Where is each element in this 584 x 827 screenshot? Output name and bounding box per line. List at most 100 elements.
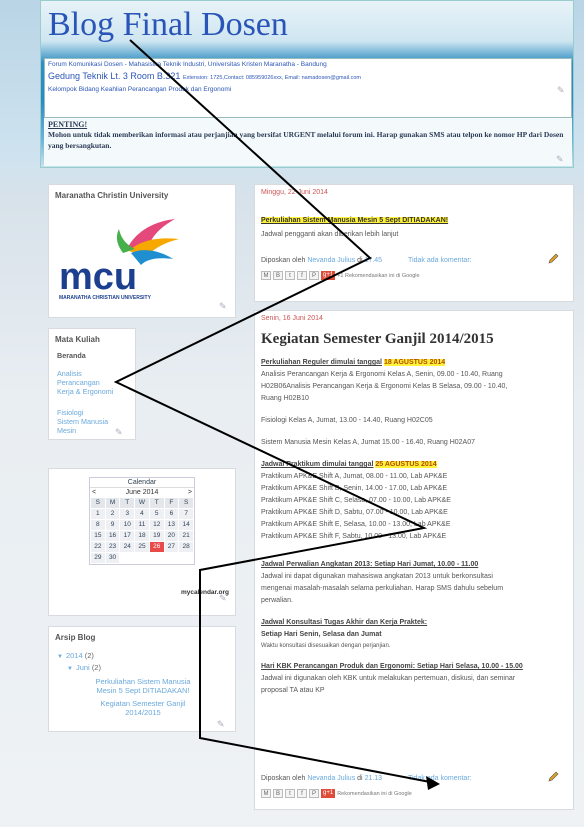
calendar-weekday: W (135, 498, 149, 508)
perwalian-heading: Jadwal Perwalian Angkatan 2013: Setiap H… (261, 561, 479, 568)
calendar-day[interactable]: 1 (91, 509, 105, 519)
post-headline-text[interactable]: Perkuliahan Sistem Manusia Mesin 5 Sept … (261, 217, 449, 224)
calendar-day[interactable]: 5 (149, 509, 164, 519)
calendar-day[interactable]: 28 (179, 542, 193, 552)
calendar-day[interactable]: 30 (105, 553, 120, 563)
calendar-day[interactable]: 14 (179, 520, 193, 530)
calendar-day[interactable]: 21 (179, 531, 193, 541)
calendar-day[interactable]: 9 (105, 520, 120, 530)
wrench-icon[interactable]: ✎ (219, 593, 229, 603)
comments-link[interactable]: Tidak ada komentar: (408, 257, 472, 264)
triangle-down-icon[interactable]: ▼ (67, 666, 73, 672)
calendar-day[interactable]: 27 (164, 542, 179, 552)
calendar-day[interactable]: 7 (179, 509, 193, 519)
praktikum-line: Praktikum APK&E Shift B, Senin, 14.00 - … (261, 485, 447, 492)
calendar-day[interactable]: 3 (120, 509, 135, 519)
recommend-text: Rekomendasikan ini di Google (337, 790, 412, 797)
perwalian-line: perwalian. (261, 597, 293, 604)
blog-title[interactable]: Blog Final Dosen (48, 6, 288, 44)
wrench-icon[interactable]: ✎ (115, 427, 125, 437)
calendar-day[interactable]: 17 (120, 531, 135, 541)
widget-title: Maranatha Christin University (55, 191, 169, 200)
calendar-day[interactable]: 26 (149, 542, 164, 552)
calendar-day[interactable]: 8 (91, 520, 105, 530)
blog-this-icon[interactable]: B (273, 271, 283, 280)
calendar-day[interactable]: 13 (164, 520, 179, 530)
archive-post-link[interactable]: Perkuliahan Sistem Manusia Mesin 5 Sept … (77, 677, 209, 695)
announcement-box: PENTING! Mohon untuk tidak memberikan in… (44, 118, 572, 166)
menu-item-analisis[interactable]: Kerja & Ergonomi (57, 387, 113, 396)
calendar-day[interactable]: 25 (135, 542, 149, 552)
wrench-icon[interactable]: ✎ (217, 719, 227, 729)
calendar-day[interactable]: 24 (120, 542, 135, 552)
calendar-nav: < June 2014 > (90, 488, 194, 497)
archive-month[interactable]: ▼ Juni (2) (67, 663, 101, 674)
calendar-day[interactable]: 12 (149, 520, 164, 530)
menu-item-analisis[interactable]: Analisis (57, 369, 82, 378)
calendar-day[interactable]: 23 (105, 542, 120, 552)
pinterest-icon[interactable]: P (309, 271, 319, 280)
menu-item-fisiologi[interactable]: Fisiologi (57, 408, 83, 417)
calendar-month: June 2014 (125, 489, 159, 496)
post-headline[interactable]: Perkuliahan Sistem Manusia Mesin 5 Sept … (261, 215, 449, 226)
email-icon[interactable]: M (261, 271, 271, 280)
pinterest-icon[interactable]: P (309, 789, 319, 798)
calendar-title: Calendar (90, 478, 194, 488)
post-title[interactable]: Kegiatan Semester Ganjil 2014/2015 (261, 331, 494, 348)
konsultasi-days: Setiap Hari Senin, Selasa dan Jumat (261, 631, 382, 638)
calendar-weekday: S (91, 498, 105, 508)
twitter-icon[interactable]: t (285, 789, 295, 798)
university-widget: Maranatha Christin University mcu MARANA… (48, 184, 236, 318)
post-date: Minggu, 22 Juni 2014 (261, 189, 328, 196)
calendar-day[interactable]: 20 (164, 531, 179, 541)
posted-by-label: Diposkan oleh (261, 257, 306, 264)
facebook-icon[interactable]: f (297, 789, 307, 798)
section-heading: Perkuliahan Reguler dimulai tanggal 18 A… (261, 357, 446, 368)
wrench-icon[interactable]: ✎ (219, 301, 229, 311)
blog-this-icon[interactable]: B (273, 789, 283, 798)
menu-item-analisis[interactable]: Perancangan (57, 378, 100, 387)
calendar-day[interactable]: 4 (135, 509, 149, 519)
author-link[interactable]: Nevanda Julius (307, 775, 355, 782)
menu-item-fisiologi[interactable]: Mesin (57, 426, 76, 435)
archive-post-line[interactable]: Mesin 5 Sept DITIADAKAN! (77, 686, 209, 695)
archive-year-label[interactable]: 2014 (66, 651, 83, 660)
archive-post-line[interactable]: Kegiatan Semester Ganjil (77, 699, 209, 708)
calendar-day[interactable]: 11 (135, 520, 149, 530)
calendar-day[interactable]: 6 (164, 509, 179, 519)
posted-at-label: di (357, 257, 363, 264)
email-icon[interactable]: M (261, 789, 271, 798)
post-time-link[interactable]: 17.45 (365, 257, 383, 264)
calendar-day[interactable]: 2 (105, 509, 120, 519)
gplus-icon[interactable]: g+1 (321, 271, 336, 280)
archive-month-label[interactable]: Juni (76, 663, 90, 672)
calendar-day[interactable]: 15 (91, 531, 105, 541)
calendar-day[interactable]: 10 (120, 520, 135, 530)
archive-year[interactable]: ▼ 2014 (2) (57, 651, 94, 662)
triangle-down-icon[interactable]: ▼ (57, 654, 63, 660)
calendar-day[interactable]: 22 (91, 542, 105, 552)
pencil-icon[interactable] (547, 253, 559, 265)
post-time-link[interactable]: 21.13 (365, 775, 383, 782)
comments-link[interactable]: Tidak ada komentar: (408, 775, 472, 782)
facebook-icon[interactable]: f (297, 271, 307, 280)
prev-month-button[interactable]: < (92, 489, 96, 496)
calendar-day[interactable]: 19 (149, 531, 164, 541)
praktikum-heading: Jadwal Praktikum dimulai tanggal (261, 461, 374, 468)
next-month-button[interactable]: > (188, 489, 192, 496)
archive-post-line[interactable]: Perkuliahan Sistem Manusia (77, 677, 209, 686)
pencil-icon[interactable] (547, 771, 559, 783)
wrench-icon[interactable]: ✎ (557, 85, 567, 95)
twitter-icon[interactable]: t (285, 271, 295, 280)
calendar-weekday: T (120, 498, 135, 508)
archive-post-link[interactable]: Kegiatan Semester Ganjil 2014/2015 (77, 699, 209, 717)
menu-item-fisiologi[interactable]: Sistem Manusia (57, 417, 108, 426)
gplus-icon[interactable]: g+1 (321, 789, 336, 798)
wrench-icon[interactable]: ✎ (556, 154, 566, 164)
menu-item-beranda[interactable]: Beranda (57, 351, 86, 360)
author-link[interactable]: Nevanda Julius (307, 257, 355, 264)
calendar-day[interactable]: 16 (105, 531, 120, 541)
calendar-day[interactable]: 29 (91, 553, 105, 563)
calendar-day[interactable]: 18 (135, 531, 149, 541)
archive-post-line[interactable]: 2014/2015 (77, 708, 209, 717)
